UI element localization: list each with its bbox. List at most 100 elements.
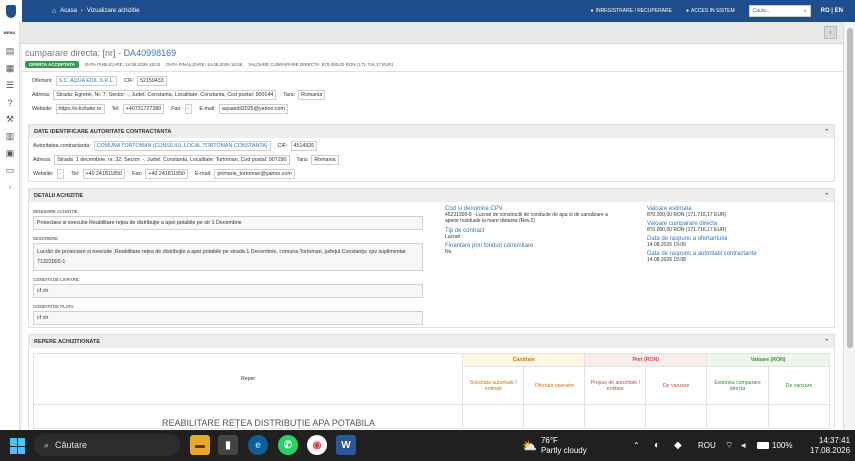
authority-address-label: Adresa: <box>33 157 52 163</box>
question-icon[interactable]: ? <box>0 94 20 111</box>
livrare-value: cf ctr <box>33 284 423 298</box>
list-icon[interactable]: ☰ <box>0 77 20 94</box>
taskbar-search[interactable]: ⌕ Căutare <box>34 434 180 456</box>
register-link-label: INREGISTRARE / RECUPERARE <box>595 8 672 14</box>
authority-tel: +40 241811850 <box>82 169 126 179</box>
col-solicitata: Solicitata autoritate / entitate <box>462 366 525 405</box>
authority-website: - <box>56 169 65 179</box>
authority-email: primaria_tortoman@yahoo.com <box>214 169 295 179</box>
home-icon[interactable]: ⌂ <box>52 8 56 15</box>
chrome-icon[interactable]: ◉ <box>307 435 327 455</box>
lang-en[interactable]: EN <box>835 8 843 14</box>
edge-browser-icon[interactable]: e <box>248 435 268 455</box>
col-estimata: Estimata cumparare directa <box>706 366 770 405</box>
details-section-header[interactable]: DETALII ACHIZITIE ⌃ <box>29 189 834 202</box>
status-badge: OFERTA ACCEPTATA <box>25 61 79 68</box>
details-section: DETALII ACHIZITIE ⌃ DENUMIRE ACHIZITIE P… <box>28 188 835 328</box>
ofertant-website[interactable]: https://e-licitatie.ro <box>55 104 105 114</box>
col-ofertata: Ofertata operator <box>523 366 586 405</box>
file-explorer-icon[interactable]: ▬ <box>190 435 210 455</box>
keyboard-language[interactable]: ROU <box>698 430 716 461</box>
finalize-date: DATA FINALIZARE: 14.08.2026 15:08 <box>166 62 243 67</box>
table-cell <box>584 404 647 429</box>
breadcrumb-home[interactable]: Acasa <box>60 8 77 14</box>
chat-icon[interactable]: ▭ <box>0 162 20 179</box>
document-icon[interactable]: ▤ <box>0 43 20 60</box>
clock-time: 14:37:41 <box>818 435 851 445</box>
register-link[interactable]: ● INREGISTRARE / RECUPERARE <box>591 8 672 14</box>
details-section-title: DETALII ACHIZITIE <box>34 192 84 199</box>
ofertant-info: Ofertant: S.C. AQUA EDIL S.R.L. CIF: 521… <box>32 74 332 116</box>
col-vanzare-pret: De vanzare <box>645 366 708 405</box>
search-icon[interactable]: ⌕ <box>804 8 807 14</box>
chevron-right-icon: › <box>829 29 832 36</box>
publish-date: DATA PUBLICARE: 14.08.2026 15:02 <box>84 62 161 67</box>
authority-label: Autoritatea contractanta: <box>33 143 91 149</box>
ofertant-name-link[interactable]: S.C. AQUA EDIL S.R.L. <box>55 76 118 86</box>
search-input[interactable]: Cauta... ⌕ <box>748 5 811 17</box>
table-cell <box>523 404 586 429</box>
estimated-value: 870.000,00 RON (171.716,17 EUR) <box>647 212 727 218</box>
access-link-label: ACCES IN SISTEM <box>691 8 735 14</box>
wifi-icon[interactable]: ⌔ <box>725 430 733 461</box>
authority-fax: +40 241811850 <box>145 169 188 179</box>
procurement-meta: OFERTA ACCEPTATA DATA PUBLICARE: 14.08.2… <box>25 61 393 68</box>
battery-percent: 100% <box>772 441 793 450</box>
site-logo[interactable] <box>0 0 22 22</box>
layout-icon[interactable]: ▣ <box>0 145 20 162</box>
weather-text: Partly cloudy <box>540 445 587 455</box>
chevron-up-icon[interactable]: ⌃ <box>824 339 829 345</box>
eu-funds-value: Nu <box>445 249 452 255</box>
authority-website-label: Website: <box>33 171 54 177</box>
page-scrollbar[interactable] <box>843 22 855 430</box>
lang-ro[interactable]: RO <box>821 8 830 14</box>
whatsapp-icon[interactable]: ✆ <box>278 435 298 455</box>
ofertant-website-label: Website: <box>32 106 53 112</box>
ofertant-country: Romania <box>298 90 326 100</box>
word-icon[interactable]: W <box>336 435 356 455</box>
calculator-icon[interactable]: ▥ <box>0 128 20 145</box>
plata-value: cf ctr <box>33 311 423 325</box>
ofertant-cif: 52159433 <box>137 76 167 86</box>
shield-icon[interactable]: ◆ <box>674 430 682 461</box>
group-pret: Pret (RON) <box>584 353 708 367</box>
search-placeholder: Cauta... <box>752 8 771 14</box>
clock[interactable]: 14:37:41 17.08.2026 <box>810 430 850 461</box>
col-propus: Propus de autoritate / entitate <box>584 366 647 405</box>
authority-fax-label: Fax: <box>132 171 143 177</box>
media-icon[interactable]: ▮ <box>218 435 238 455</box>
access-link[interactable]: ● ACCES IN SISTEM <box>686 8 735 14</box>
scrollbar-thumb[interactable] <box>847 28 853 348</box>
ofertant-fax-label: Fax: <box>171 106 182 112</box>
cpv-value: 45231300-8 - Lucrari de constructii de c… <box>445 212 608 224</box>
chevron-up-icon[interactable]: ⌃ <box>824 193 829 199</box>
ofertant-label: Ofertant: <box>32 78 53 84</box>
show-hidden-icons-icon[interactable]: ⌃ <box>633 430 640 461</box>
clipboard-icon[interactable]: ▦ <box>0 60 20 77</box>
sync-icon[interactable]: ◐ <box>654 430 660 461</box>
authority-tel-label: Tel: <box>71 171 80 177</box>
bidder-response-date: 14.08.2026 15:05 <box>647 242 686 248</box>
items-section-header[interactable]: REPERE ACHIZITIONATE ⌃ <box>29 335 834 348</box>
volume-icon[interactable]: ◂ <box>741 430 746 461</box>
weather-widget[interactable]: ⛅ 76°F Partly cloudy <box>522 430 587 461</box>
menu-label[interactable]: MENU <box>0 30 19 35</box>
clock-date: 17.08.2026 <box>810 445 851 455</box>
breadcrumb-current: Vizualizare achizitie <box>86 8 140 14</box>
items-table: Reper Cantitate Pret (RON) Valoare (RON)… <box>32 353 830 429</box>
authority-section-header[interactable]: DATE IDENTIFICARE AUTORITATE CONTRACTANT… <box>29 125 834 138</box>
chevron-up-icon[interactable]: ⌃ <box>824 129 829 135</box>
partly-cloudy-icon: ⛅ <box>522 438 537 453</box>
ofertant-cif-label: CIF: <box>124 78 135 84</box>
tools-icon[interactable]: ⚒ <box>0 111 20 128</box>
authority-address: Strada: 1 decembrie, nr. 32, Sector: -, … <box>54 155 290 165</box>
ofertant-country-label: Tara: <box>283 92 296 98</box>
windows-taskbar: ⌕ Căutare ▬ ▮ e ✆ ◉ W ⛅ 76°F Partly clou… <box>0 430 855 461</box>
authority-name-link[interactable]: COMUNA TORTOMAN (CONSILIUL LOCAL TORTOMA… <box>93 141 271 151</box>
top-navigation-bar: ⌂ Acasa › Vizualizare achizitie ● INREGIS… <box>0 0 855 22</box>
expand-icon[interactable]: › <box>0 179 20 196</box>
windows-start-icon[interactable] <box>10 438 26 454</box>
temperature: 76°F <box>540 435 558 445</box>
next-button[interactable]: › <box>824 26 837 39</box>
battery-indicator[interactable]: 100% <box>757 430 792 461</box>
